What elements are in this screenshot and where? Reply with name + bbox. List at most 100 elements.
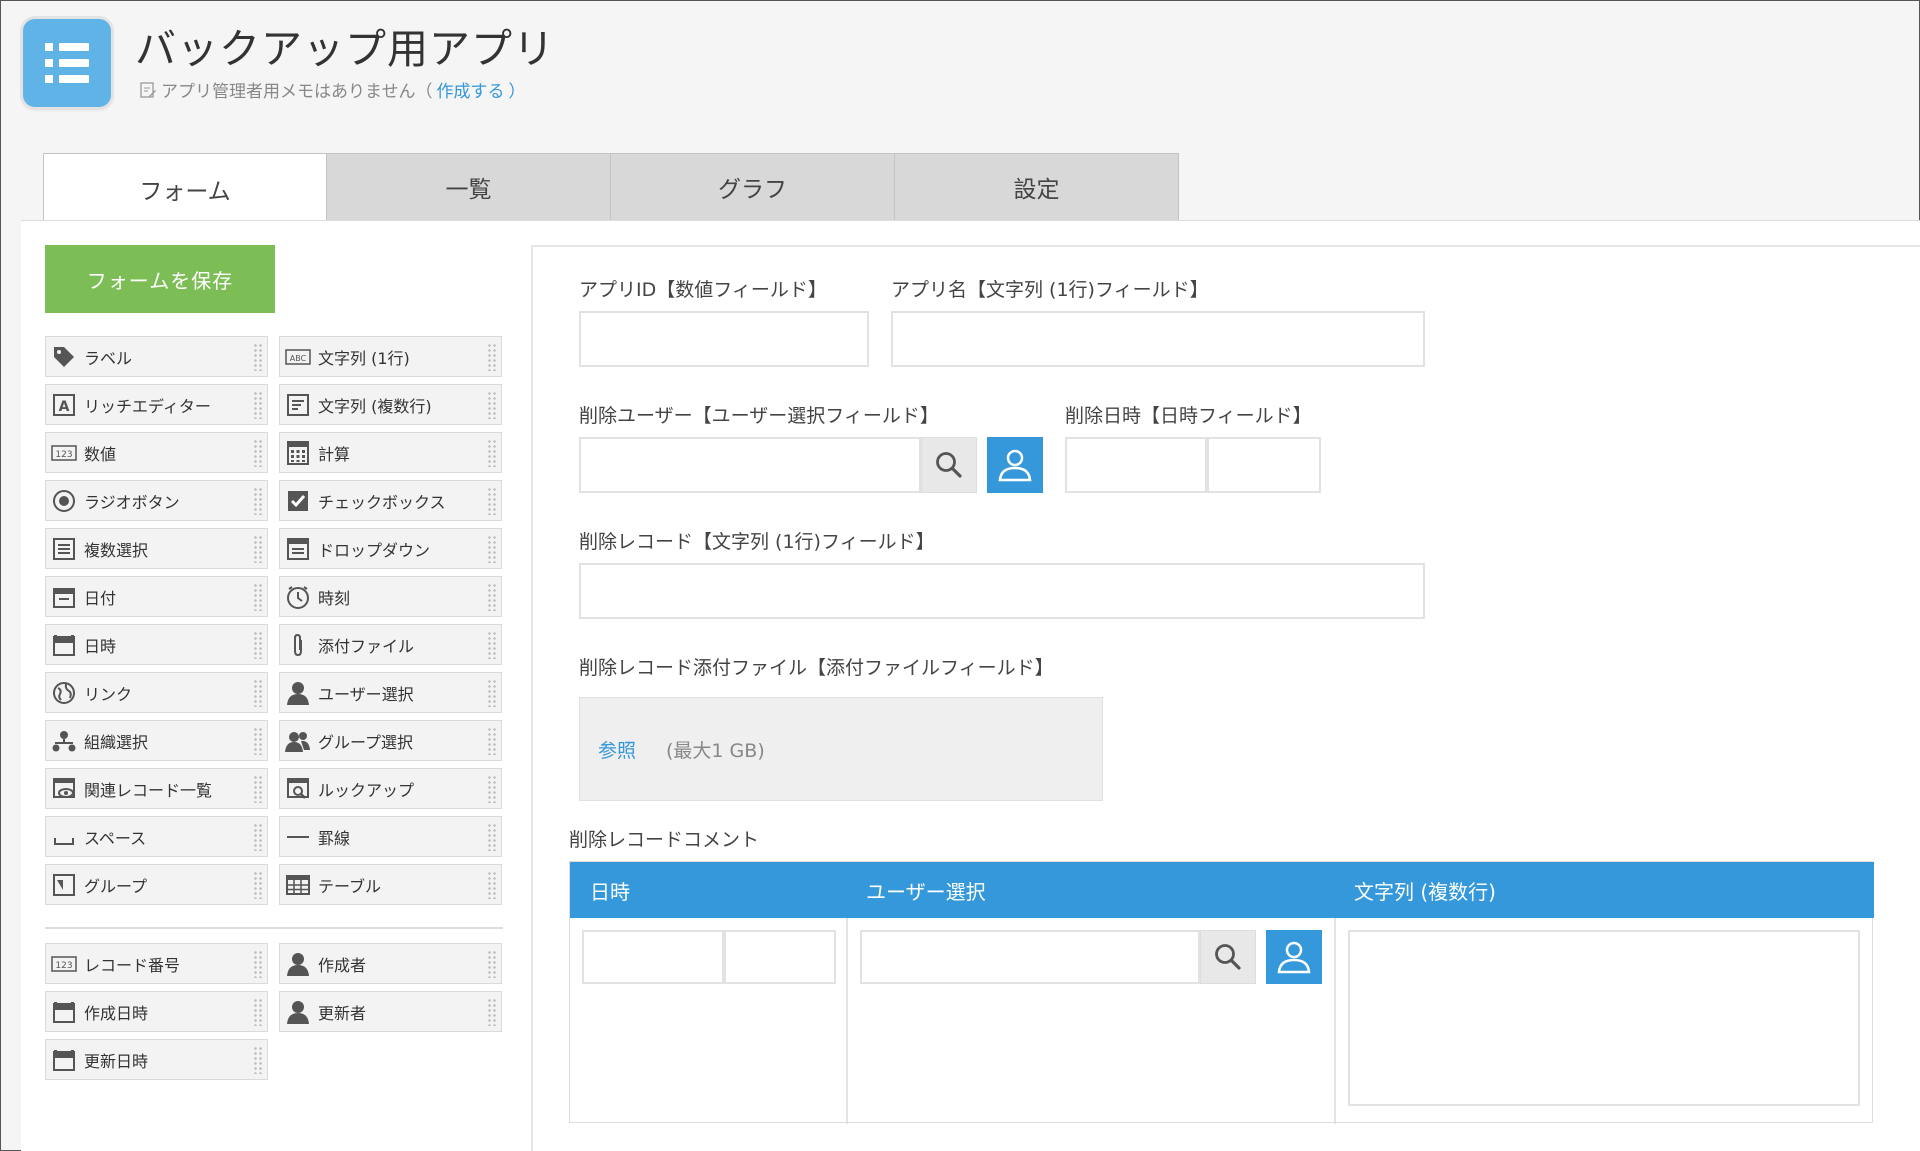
drag-handle[interactable]	[253, 535, 263, 563]
create-memo-link[interactable]: 作成する	[437, 77, 505, 102]
palette-item-table[interactable]: テーブル	[279, 864, 502, 905]
drag-handle[interactable]	[253, 823, 263, 851]
palette-item-multi-select[interactable]: 複数選択	[45, 528, 268, 569]
drag-handle[interactable]	[253, 631, 263, 659]
deleted-record-input[interactable]	[579, 563, 1425, 619]
table-user-picker-button[interactable]	[1266, 930, 1322, 984]
app-header: バックアップ用アプリ アプリ管理者用メモはありません（ 作成する）	[1, 1, 1920, 151]
drag-handle[interactable]	[253, 487, 263, 515]
palette-item-created-at[interactable]: 作成日時	[45, 991, 268, 1032]
drag-handle[interactable]	[487, 535, 497, 563]
palette-item-related-records[interactable]: 関連レコード一覧	[45, 768, 268, 809]
drag-handle[interactable]	[253, 1046, 263, 1074]
column-divider	[846, 918, 848, 1124]
drag-handle[interactable]	[253, 391, 263, 419]
save-form-button[interactable]: フォームを保存	[45, 245, 275, 313]
table-icon	[284, 871, 312, 899]
palette-item-record-number[interactable]: 123 レコード番号	[45, 943, 268, 984]
user-picker-button[interactable]	[987, 437, 1043, 493]
drag-handle[interactable]	[253, 727, 263, 755]
palette-item-space[interactable]: スペース	[45, 816, 268, 857]
deleted-date-input[interactable]	[1065, 437, 1207, 493]
palette-item-calc[interactable]: 計算	[279, 432, 502, 473]
palette-item-time[interactable]: 時刻	[279, 576, 502, 617]
palette-item-updated-at[interactable]: 更新日時	[45, 1039, 268, 1080]
palette-item-lookup[interactable]: ルックアップ	[279, 768, 502, 809]
drag-handle[interactable]	[253, 998, 263, 1026]
drag-handle[interactable]	[253, 439, 263, 467]
drag-handle[interactable]	[487, 487, 497, 515]
line-icon	[284, 823, 312, 851]
palette-item-text: リッチエディター	[84, 396, 211, 416]
multiline-icon	[284, 391, 312, 419]
drag-handle[interactable]	[253, 343, 263, 371]
deleted-time-input[interactable]	[1207, 437, 1321, 493]
palette-item-border[interactable]: 罫線	[279, 816, 502, 857]
table-time-input[interactable]	[724, 930, 836, 984]
drag-handle[interactable]	[487, 950, 497, 978]
palette-item-text: 時刻	[318, 588, 351, 608]
palette-item-text: 計算	[318, 444, 351, 464]
user-outline-icon	[998, 449, 1032, 482]
palette-item-text: 関連レコード一覧	[84, 780, 213, 800]
drag-handle[interactable]	[487, 998, 497, 1026]
browse-link[interactable]: 参照	[598, 736, 636, 763]
app-name-input[interactable]	[891, 311, 1425, 367]
tab-form[interactable]: フォーム	[43, 153, 327, 223]
palette-item-org-select[interactable]: 組織選択	[45, 720, 268, 761]
palette-item-multi-line-text[interactable]: 文字列 (複数行)	[279, 384, 502, 425]
user-search-button[interactable]	[921, 437, 977, 493]
table-date-input[interactable]	[582, 930, 724, 984]
palette-item-single-line-text[interactable]: ABC 文字列 (1行)	[279, 336, 502, 377]
palette-item-text: ラベル	[84, 348, 133, 368]
palette-item-rich-editor[interactable]: A リッチエディター	[45, 384, 268, 425]
drag-handle[interactable]	[253, 950, 263, 978]
table-user-search-button[interactable]	[1200, 930, 1256, 984]
table-multiline-textarea[interactable]	[1348, 930, 1860, 1106]
tab-graph[interactable]: グラフ	[611, 153, 895, 221]
drag-handle[interactable]	[253, 775, 263, 803]
palette-item-label[interactable]: ラベル	[45, 336, 268, 377]
table-user-input[interactable]	[860, 930, 1200, 984]
palette-item-group[interactable]: グループ	[45, 864, 268, 905]
drag-handle[interactable]	[487, 391, 497, 419]
palette-item-date[interactable]: 日付	[45, 576, 268, 617]
drag-handle[interactable]	[487, 631, 497, 659]
palette-item-datetime[interactable]: 日時	[45, 624, 268, 665]
palette-item-creator[interactable]: 作成者	[279, 943, 502, 984]
calendar-icon	[50, 631, 78, 659]
tab-settings[interactable]: 設定	[895, 153, 1179, 221]
palette-item-user-select[interactable]: ユーザー選択	[279, 672, 502, 713]
calendar-icon	[50, 998, 78, 1026]
tab-list[interactable]: 一覧	[327, 153, 611, 221]
drag-handle[interactable]	[487, 583, 497, 611]
drag-handle[interactable]	[487, 823, 497, 851]
drag-handle[interactable]	[253, 679, 263, 707]
palette-item-number[interactable]: 123 数値	[45, 432, 268, 473]
drag-handle[interactable]	[487, 775, 497, 803]
palette-item-text: 数値	[84, 444, 117, 464]
radio-icon	[50, 487, 78, 515]
palette-item-checkbox[interactable]: チェックボックス	[279, 480, 502, 521]
palette-item-updater[interactable]: 更新者	[279, 991, 502, 1032]
table-header: 日時 ユーザー選択 文字列 (複数行)	[570, 862, 1874, 918]
palette-item-text: テーブル	[318, 876, 382, 896]
palette-item-radio[interactable]: ラジオボタン	[45, 480, 268, 521]
drag-handle[interactable]	[487, 727, 497, 755]
drag-handle[interactable]	[487, 343, 497, 371]
drag-handle[interactable]	[487, 871, 497, 899]
memo-text: アプリ管理者用メモはありません（	[161, 82, 433, 102]
drag-handle[interactable]	[487, 679, 497, 707]
deleted-record-label: 削除レコード【文字列 (1行)フィールド】	[579, 531, 935, 553]
drag-handle[interactable]	[253, 871, 263, 899]
palette-item-dropdown[interactable]: ドロップダウン	[279, 528, 502, 569]
app-id-input[interactable]	[579, 311, 869, 367]
palette-item-attachment[interactable]: 添付ファイル	[279, 624, 502, 665]
drag-handle[interactable]	[487, 439, 497, 467]
deleted-user-input[interactable]	[579, 437, 921, 493]
palette-item-group-select[interactable]: グループ選択	[279, 720, 502, 761]
drag-handle[interactable]	[253, 583, 263, 611]
palette-item-link[interactable]: リンク	[45, 672, 268, 713]
column-header-text: 文字列 (複数行)	[1354, 879, 1496, 904]
palette-item-text: ドロップダウン	[318, 540, 431, 560]
